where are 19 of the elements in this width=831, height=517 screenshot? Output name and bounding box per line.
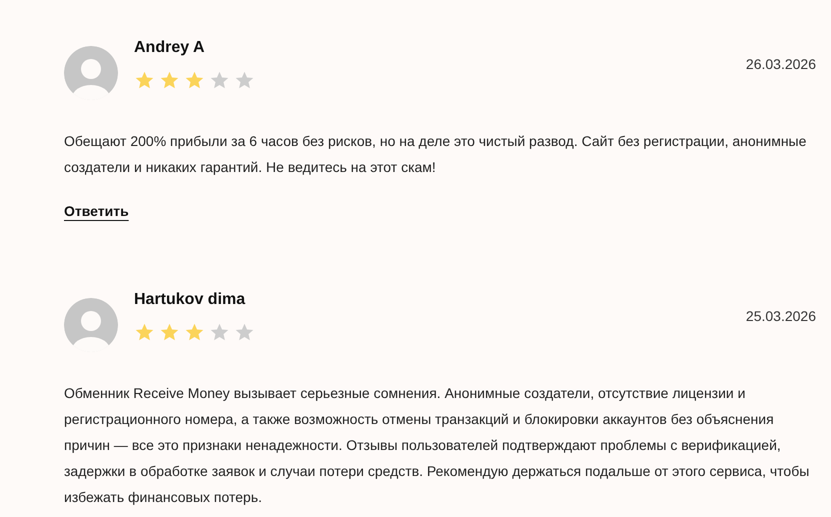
review-text: Обменник Receive Money вызывает серьезные сомнения. Анонимные создатели, отсутствие лицензии и регистрационного номера, а также возможность отмены транзакций и блокировки аккаунтов без объяснения причин — все это признаки ненадежности. Отзывы пользователей подтверждают проблемы с верификацией, задержки в обработке заявок и случаи потери средств. Рекомендую держаться подальше от этого сервиса, чтобы избежать финансовых потерь. bbox=[64, 384, 810, 507]
star-icon bbox=[134, 70, 155, 91]
star-icon bbox=[184, 322, 205, 343]
review-date: 26.03.2026 bbox=[746, 55, 816, 74]
star-icon bbox=[209, 322, 230, 343]
star-icon bbox=[159, 70, 180, 91]
star-icon bbox=[159, 322, 180, 343]
star-icon bbox=[209, 70, 230, 91]
star-icon bbox=[184, 70, 205, 91]
review-date: 25.03.2026 bbox=[746, 307, 816, 326]
star-icon bbox=[234, 322, 255, 343]
reviewer-name: Andrey A bbox=[134, 38, 206, 58]
reply-link[interactable]: Ответить bbox=[64, 203, 129, 219]
star-icon bbox=[134, 322, 155, 343]
star-icon bbox=[234, 70, 255, 91]
review-text: Обещают 200% прибыли за 6 часов без рисков, но на деле это чистый развод. Сайт без регистрации, анонимные создатели и никаких гарантий. Не ведитесь на этот скам! bbox=[64, 132, 808, 177]
avatar-icon bbox=[64, 298, 118, 352]
avatar-icon bbox=[64, 46, 118, 100]
reviewer-name: Hartukov dima bbox=[134, 290, 246, 310]
